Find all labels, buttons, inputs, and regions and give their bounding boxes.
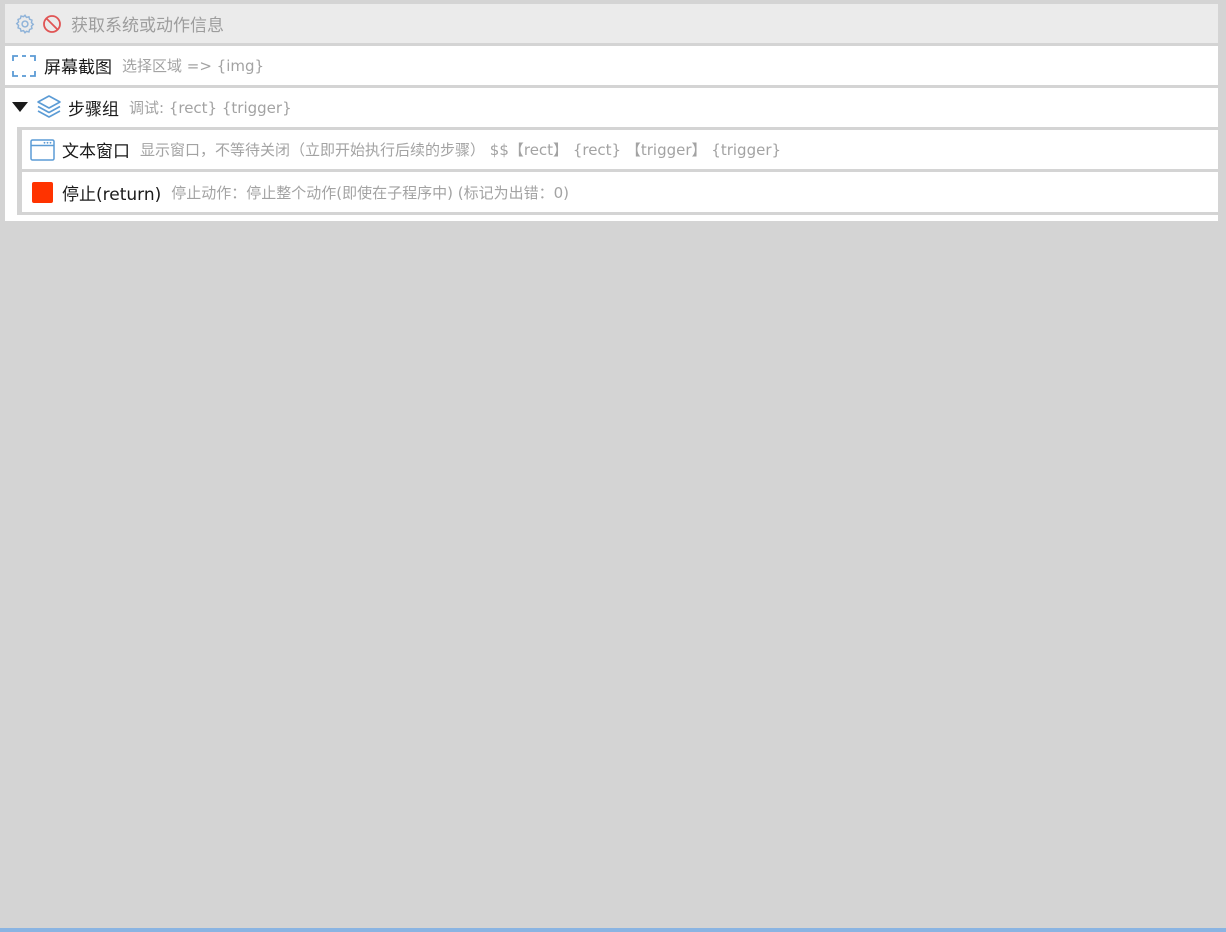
step-description: 停止动作：停止整个动作(即使在子程序中) (标记为出错：0) — [171, 183, 569, 202]
step-group-header[interactable]: 步骤组 调试: {rect} {trigger} — [5, 88, 1218, 126]
stop-square-icon — [31, 181, 53, 203]
step-row-stop[interactable]: 停止(return) 停止动作：停止整个动作(即使在子程序中) (标记为出错：0… — [22, 172, 1218, 212]
step-description: 显示窗口，不等待关闭（立即开始执行后续的步骤） $$【rect】 {rect} … — [140, 141, 782, 159]
step-row-text-window[interactable]: 文本窗口 显示窗口，不等待关闭（立即开始执行后续的步骤） $$【rect】 {r… — [22, 130, 1218, 169]
step-row-screenshot[interactable]: 屏幕截图 选择区域 => {img} — [5, 46, 1218, 85]
step-title: 屏幕截图 — [44, 58, 112, 78]
step-title: 获取系统或动作信息 — [71, 16, 224, 36]
gear-icon — [13, 12, 37, 36]
screenshot-selection-icon — [12, 54, 36, 78]
step-title: 停止(return) — [62, 184, 162, 205]
prohibited-icon — [41, 13, 63, 35]
triangle-down-icon[interactable] — [11, 98, 29, 116]
step-description: 调试: {rect} {trigger} — [129, 98, 292, 117]
bottom-status-bar — [0, 928, 1226, 932]
layers-icon — [36, 94, 62, 120]
step-description: 选择区域 => {img} — [122, 57, 265, 75]
step-title: 文本窗口 — [62, 142, 130, 162]
step-row-disabled[interactable]: 获取系统或动作信息 — [5, 4, 1218, 43]
step-title: 步骤组 — [68, 99, 119, 120]
window-icon — [29, 138, 55, 162]
